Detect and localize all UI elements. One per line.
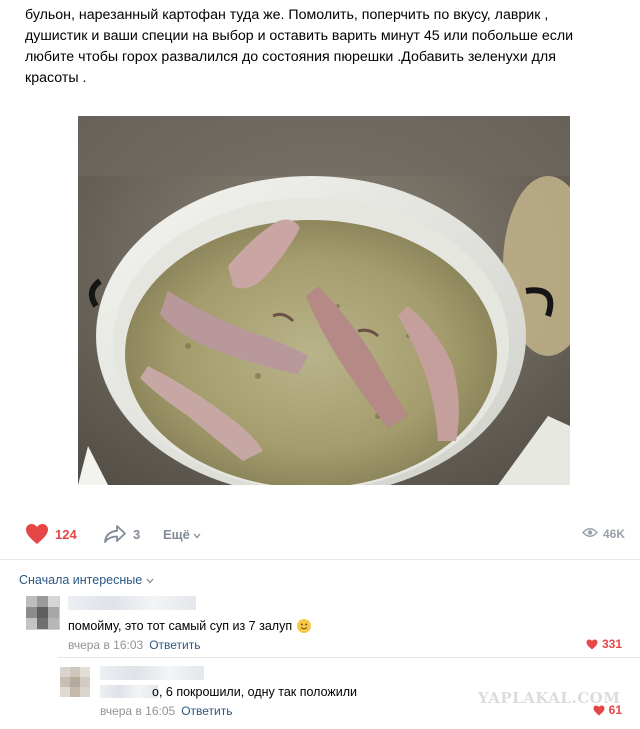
reply-button[interactable]: Ответить xyxy=(181,704,232,718)
comment-like-count: 61 xyxy=(608,703,622,717)
comment-time[interactable]: вчера в 16:03 xyxy=(68,638,143,652)
heart-icon xyxy=(586,639,598,650)
heart-icon xyxy=(593,705,605,716)
mention-blurred[interactable] xyxy=(100,685,158,698)
more-label: Ещё xyxy=(163,526,190,542)
commenter-name-blurred[interactable] xyxy=(100,666,204,680)
commenter-name-blurred[interactable] xyxy=(68,596,196,610)
soup-pot-image xyxy=(78,116,570,485)
comment-meta: вчера в 16:05 Ответить xyxy=(100,704,232,718)
comment-text: о, 6 покрошили, одну так положили xyxy=(152,685,357,699)
post-photo[interactable] xyxy=(78,116,570,485)
avatar[interactable] xyxy=(60,667,90,697)
share-arrow-icon xyxy=(103,524,127,544)
post-actions-bar: 124 3 Ещё 46K xyxy=(25,520,625,548)
comment-text-content: о, 6 покрошили, одну так положили xyxy=(152,685,358,699)
comment-text-content: помойму, это тот самый суп из 7 залуп xyxy=(68,619,293,633)
like-button[interactable]: 124 xyxy=(25,520,77,548)
post-text-line: бульон, нарезанный картофан туда же. Пом… xyxy=(25,7,549,23)
share-button[interactable]: 3 xyxy=(103,520,140,548)
post-text-line: красоты . xyxy=(25,70,87,86)
comment-like-button[interactable]: 331 xyxy=(586,637,622,651)
post-text-line: душистик и ваши специи на выбор и остави… xyxy=(25,28,574,44)
comment-text: помойму, это тот самый суп из 7 залуп xyxy=(68,619,312,633)
divider xyxy=(0,559,640,560)
chevron-down-icon xyxy=(146,573,154,587)
chevron-down-icon xyxy=(193,527,201,542)
like-count: 124 xyxy=(55,526,77,542)
share-count: 3 xyxy=(133,526,141,542)
views-count: 46K xyxy=(602,527,625,541)
comment-like-count: 331 xyxy=(601,637,622,651)
eye-icon xyxy=(582,527,598,541)
avatar[interactable] xyxy=(26,596,60,630)
heart-icon xyxy=(25,523,49,545)
comments-sort-dropdown[interactable]: Сначала интересные xyxy=(19,573,154,587)
post-text-line: любите чтобы горох развалился до состоян… xyxy=(25,49,556,65)
comment-meta: вчера в 16:03 Ответить xyxy=(68,638,200,652)
comment-time[interactable]: вчера в 16:05 xyxy=(100,704,175,718)
comment-like-button[interactable]: 61 xyxy=(593,703,622,717)
smile-emoji-icon xyxy=(297,619,312,633)
sort-label: Сначала интересные xyxy=(19,573,143,587)
more-button[interactable]: Ещё xyxy=(163,520,201,548)
reply-button[interactable]: Ответить xyxy=(149,638,200,652)
divider xyxy=(58,657,640,658)
views-counter: 46K xyxy=(582,520,625,548)
